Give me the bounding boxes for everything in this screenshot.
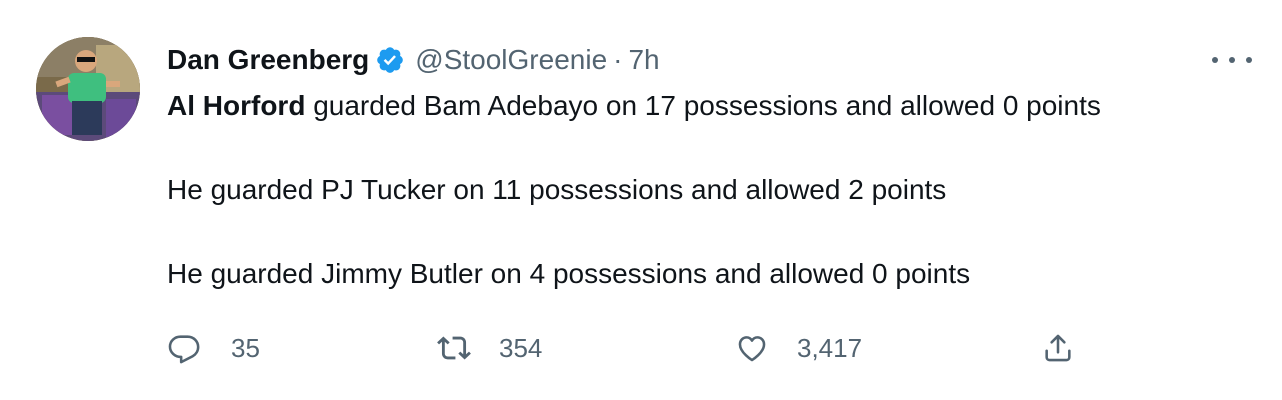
- reply-button[interactable]: 35: [167, 328, 260, 368]
- tweet-text: Al Horford guarded Bam Adebayo on 17 pos…: [167, 86, 1257, 294]
- tweet-card: Dan Greenberg @StoolGreenie · 7h Al Horf…: [0, 0, 1282, 400]
- more-dot: [1246, 57, 1252, 63]
- verified-badge-icon: [375, 45, 405, 75]
- tweet-header: Dan Greenberg @StoolGreenie · 7h: [167, 40, 660, 80]
- share-icon: [1041, 331, 1075, 365]
- reply-count: 35: [231, 332, 260, 363]
- like-button[interactable]: 3,417: [735, 328, 862, 368]
- reply-icon: [167, 331, 201, 365]
- more-options-icon[interactable]: [1212, 48, 1252, 72]
- more-dot: [1212, 57, 1218, 63]
- retweet-count: 354: [499, 332, 543, 363]
- tweet-actions: 35 354 3,417: [167, 328, 1087, 368]
- retweet-button[interactable]: 354: [437, 328, 542, 368]
- heart-icon: [735, 331, 769, 365]
- separator-dot: ·: [613, 44, 623, 75]
- tweet-line-text: guarded Bam Adebayo on 17 possessions an…: [305, 90, 1101, 121]
- like-count: 3,417: [797, 332, 863, 363]
- tweet-line-bold-name: Al Horford: [167, 90, 306, 121]
- tweet-timestamp[interactable]: 7h: [628, 44, 659, 76]
- retweet-icon: [437, 331, 471, 365]
- share-button[interactable]: [1041, 328, 1075, 368]
- avatar[interactable]: [36, 37, 140, 141]
- tweet-line: He guarded PJ Tucker on 11 possessions a…: [167, 174, 947, 205]
- avatar-image: [36, 37, 140, 141]
- tweet-line: Al Horford guarded Bam Adebayo on 17 pos…: [167, 86, 1257, 126]
- author-handle[interactable]: @StoolGreenie: [415, 44, 607, 76]
- tweet-line: He guarded Jimmy Butler on 4 possessions…: [167, 258, 971, 289]
- more-dot: [1229, 57, 1235, 63]
- author-name[interactable]: Dan Greenberg: [167, 44, 369, 76]
